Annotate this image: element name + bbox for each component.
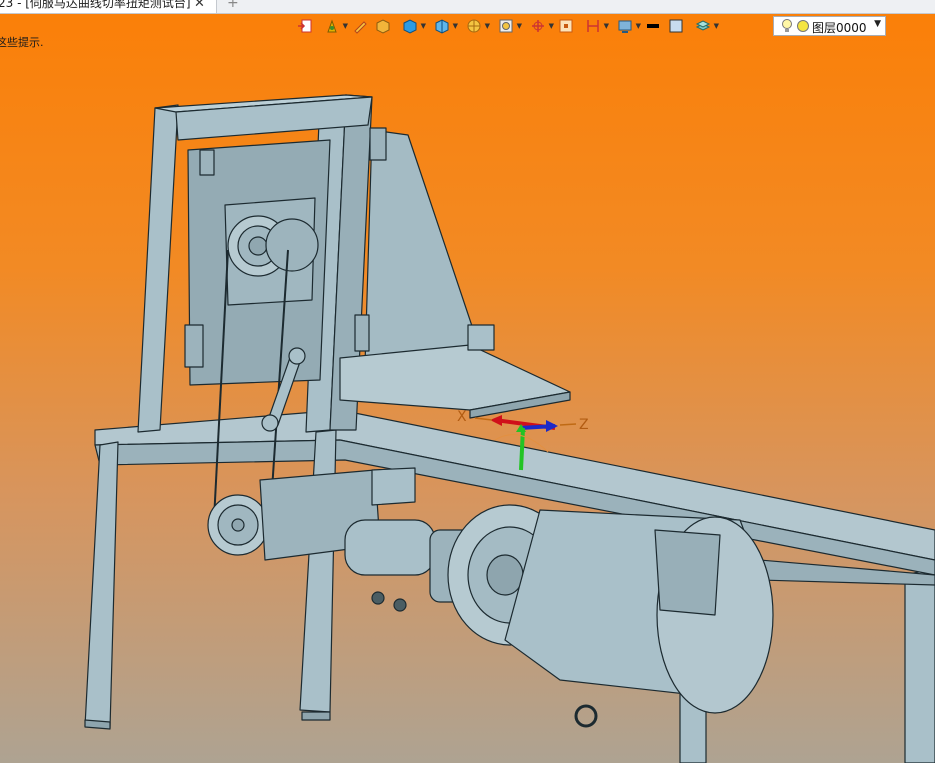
cube-icon[interactable]: ▼ bbox=[394, 15, 426, 37]
terminal-box bbox=[654, 529, 721, 616]
frame-leg bbox=[301, 711, 331, 721]
document-tab-title: 23 - [伺服马达曲线切率扭矩测试台] bbox=[0, 0, 191, 10]
bracket bbox=[184, 324, 204, 368]
mount-block bbox=[371, 467, 416, 506]
frame-leg bbox=[84, 441, 119, 729]
line-color-icon[interactable] bbox=[641, 15, 664, 37]
layer-state-icon[interactable] bbox=[796, 19, 810, 33]
zoom-fit-icon[interactable]: ▼ bbox=[490, 15, 522, 37]
bracket bbox=[369, 127, 387, 161]
hint-text: 这些提示. bbox=[0, 36, 44, 49]
import-icon[interactable] bbox=[293, 15, 316, 37]
layer-select-value: 图层0000 bbox=[812, 21, 867, 35]
frame-icon[interactable] bbox=[554, 15, 577, 37]
platform-block bbox=[467, 324, 495, 351]
torque-sensor bbox=[344, 519, 436, 576]
pen-icon[interactable] bbox=[348, 15, 371, 37]
chevron-down-icon[interactable]: ▼ bbox=[874, 19, 881, 29]
wheel-icon[interactable]: ▼ bbox=[458, 15, 490, 37]
close-icon[interactable]: ✕ bbox=[194, 0, 205, 11]
shade-cube-icon[interactable]: ▼ bbox=[426, 15, 458, 37]
bracket bbox=[199, 149, 215, 176]
gusset-plate bbox=[364, 129, 476, 366]
pour-icon[interactable]: ▼ bbox=[316, 15, 348, 37]
chevron-down-icon[interactable]: ▼ bbox=[714, 22, 719, 30]
box-icon[interactable] bbox=[371, 15, 394, 37]
document-tab[interactable]: 23 - [伺服马达曲线切率扭矩测试台] ✕ bbox=[0, 0, 217, 13]
model-scene[interactable]: X Z bbox=[0, 0, 935, 763]
section-icon[interactable]: ▼ bbox=[577, 15, 609, 37]
axis-x-label: X bbox=[457, 409, 467, 425]
rotate-icon[interactable]: ▼ bbox=[522, 15, 554, 37]
lifting-eye bbox=[574, 704, 598, 728]
layers-icon[interactable]: ▼ bbox=[687, 15, 719, 37]
3d-viewport[interactable]: X Z 23 - [伺服马达曲线切率扭矩测试台] ✕ + 这些提示. ▼ ▼ ▼… bbox=[0, 0, 935, 763]
bracket bbox=[354, 314, 370, 352]
view-toolbar: ▼ ▼ ▼ ▼ ▼ ▼ ▼ ▼ ▼ bbox=[293, 15, 719, 37]
axis-z-label: Z bbox=[579, 417, 589, 433]
tower-post bbox=[137, 104, 179, 433]
fill-color-icon[interactable] bbox=[664, 15, 687, 37]
new-tab-button[interactable]: + bbox=[227, 0, 239, 11]
layer-select[interactable]: 图层0000 ▼ bbox=[773, 16, 886, 36]
document-tabbar: 23 - [伺服马达曲线切率扭矩测试台] ✕ + bbox=[0, 0, 935, 14]
frame-leg bbox=[904, 570, 935, 763]
display-icon[interactable]: ▼ bbox=[609, 15, 641, 37]
lightbulb-icon[interactable] bbox=[780, 18, 794, 34]
frame-leg bbox=[84, 719, 111, 730]
frame-leg bbox=[299, 429, 337, 713]
